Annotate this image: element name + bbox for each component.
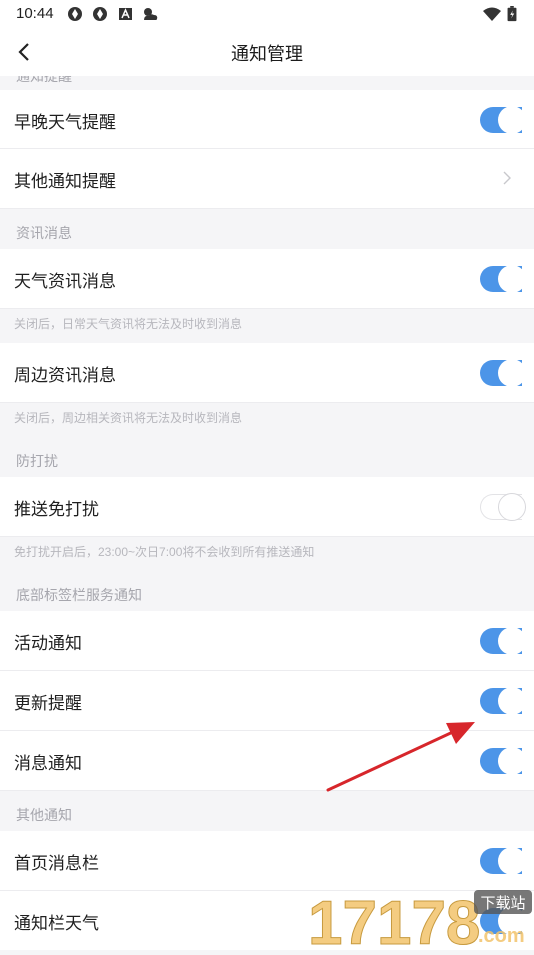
battery-icon <box>507 6 517 22</box>
row-label: 活动通知 <box>14 634 82 653</box>
row-label: 天气资讯消息 <box>14 272 116 291</box>
chevron-right-icon[interactable] <box>502 171 512 185</box>
weather-morning-evening-toggle[interactable] <box>480 106 526 134</box>
sync-icon <box>93 7 107 21</box>
row-message[interactable]: 消息通知 <box>0 731 534 791</box>
row-label: 通知栏天气 <box>14 914 99 933</box>
row-label: 更新提醒 <box>14 694 82 713</box>
row-label: 推送免打扰 <box>14 500 99 519</box>
notification-bar-weather-toggle[interactable] <box>480 907 526 935</box>
a-icon <box>119 8 132 20</box>
row-label: 消息通知 <box>14 754 82 773</box>
push-dnd-toggle[interactable] <box>480 493 526 521</box>
wifi-icon <box>483 7 501 21</box>
row-notification-bar-weather[interactable]: 通知栏天气 <box>0 891 534 950</box>
home-message-bar-toggle[interactable] <box>480 847 526 875</box>
row-update[interactable]: 更新提醒 <box>0 671 534 731</box>
row-weather-morning-evening[interactable]: 早晚天气提醒 <box>0 90 534 149</box>
row-label: 首页消息栏 <box>14 854 99 873</box>
section-header-news: 资讯消息 <box>16 225 72 241</box>
settings-list[interactable]: 通知提醒 早晚天气提醒 其他通知提醒 资讯消息 天气资讯消息 关闭后，日常天气资… <box>0 76 534 950</box>
row-activity[interactable]: 活动通知 <box>0 611 534 671</box>
row-nearby-news[interactable]: 周边资讯消息 <box>0 343 534 403</box>
row-label: 其他通知提醒 <box>14 172 116 191</box>
row-home-message-bar[interactable]: 首页消息栏 <box>0 831 534 891</box>
section-header-tab-service: 底部标签栏服务通知 <box>16 587 142 603</box>
nearby-news-toggle[interactable] <box>480 359 526 387</box>
hint-weather-news: 关闭后，日常天气资讯将无法及时收到消息 <box>14 317 243 331</box>
section-header-notification-reminders: 通知提醒 <box>16 76 72 84</box>
row-label: 早晚天气提醒 <box>14 113 116 132</box>
weather-news-toggle[interactable] <box>480 265 526 293</box>
section-header-other: 其他通知 <box>16 807 72 823</box>
row-label: 周边资讯消息 <box>14 366 116 385</box>
weather-icon <box>144 8 158 20</box>
hint-dnd: 免打扰开启后，23:00~次日7:00将不会收到所有推送通知 <box>14 545 315 559</box>
status-time: 10:44 <box>16 5 54 22</box>
navigation-bar: 通知管理 <box>0 28 534 76</box>
activity-toggle[interactable] <box>480 627 526 655</box>
row-other-notifications[interactable]: 其他通知提醒 <box>0 149 534 209</box>
sync-icon <box>68 7 82 21</box>
row-push-dnd[interactable]: 推送免打扰 <box>0 477 534 537</box>
message-toggle[interactable] <box>480 747 526 775</box>
status-bar: 10:44 <box>0 0 534 28</box>
page-title: 通知管理 <box>231 44 303 64</box>
update-toggle[interactable] <box>480 687 526 715</box>
section-header-dnd: 防打扰 <box>16 453 58 469</box>
hint-nearby-news: 关闭后，周边相关资讯将无法及时收到消息 <box>14 411 243 425</box>
row-weather-news[interactable]: 天气资讯消息 <box>0 249 534 309</box>
